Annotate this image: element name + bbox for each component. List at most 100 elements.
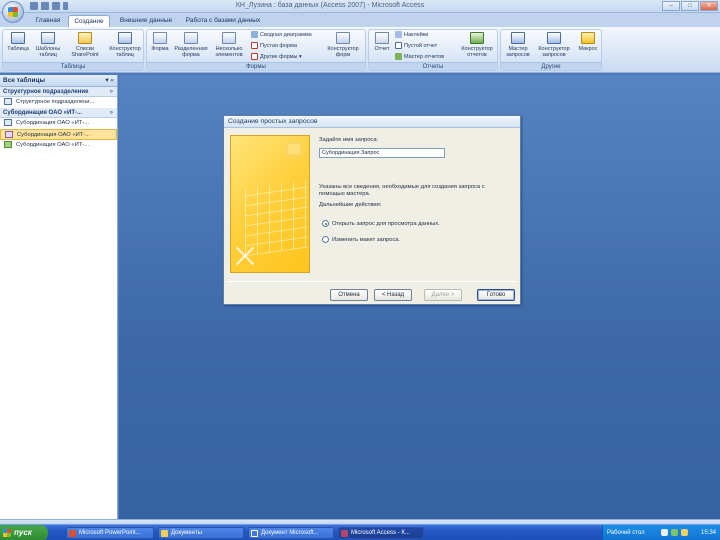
folder-icon [161,530,168,537]
forms-group: Форма Разделенная форма Несколько элемен… [146,29,366,71]
table-button[interactable]: Таблица [5,32,31,52]
close-button[interactable]: ✕ [700,1,718,11]
nav-item-structural-unit[interactable]: Структурное подразделени... [0,97,117,108]
report-designer-icon [470,32,484,44]
back-button[interactable]: < Назад [374,289,412,301]
nav-item-subordination-form[interactable]: Субординация ОАО «ИТ-... [0,140,117,151]
wizard-hint: Указаны все сведения, необходимые для со… [319,184,485,197]
query-name-label: Задайте имя запроса: [319,137,379,143]
tables-group-label: Таблицы [3,62,143,70]
minimize-button[interactable]: – [662,1,680,11]
tab-create[interactable]: Создание [68,15,110,27]
nav-item-subordination-query[interactable]: Субординация ОАО «ИТ-... [0,129,117,140]
open-query-option[interactable]: Открыть запрос для просмотра данных. [322,220,440,229]
volume-icon[interactable] [681,529,688,536]
tab-database-tools[interactable]: Работа с базами данных [181,15,265,27]
network-icon[interactable] [671,529,678,536]
dialog-separator [228,281,516,282]
powerpoint-icon [69,530,76,537]
sparkle-icon [233,244,257,268]
collapse-icon[interactable]: » [110,108,113,118]
table-templates-button[interactable]: Шаблоны таблиц [33,32,63,58]
wizard-illustration [230,135,310,273]
task-powerpoint[interactable]: Microsoft PowerPoint... [66,527,154,539]
next-action-label: Дальнейшие действия: [319,202,382,208]
macro-icon [581,32,595,44]
start-button[interactable]: пуск [0,525,48,540]
collapse-icon[interactable]: » [110,87,113,97]
form-designer-button[interactable]: Конструктор форм [323,32,363,58]
form-icon [153,32,167,44]
report-wizard-icon [395,53,402,61]
report-button[interactable]: Отчет [371,32,393,52]
access-icon [341,530,348,537]
table-icon [11,32,25,44]
chevron-down-icon[interactable]: ▾ « [105,75,114,87]
maximize-button[interactable]: □ [681,1,699,11]
query-designer-icon [547,32,561,44]
task-word-document[interactable]: Документ Microsoft... [248,527,334,539]
report-icon [375,32,389,44]
nav-pane-header[interactable]: Все таблицы ▾ « [0,75,117,87]
split-form-button[interactable]: Разделенная форма [173,32,209,58]
table-icon [4,97,12,105]
task-access[interactable]: Microsoft Access - К... [338,527,424,539]
title-bar: КН_Лузина : база данных (Access 2007) - … [0,0,720,13]
table-templates-icon [41,32,55,44]
simple-query-wizard-dialog: Создание простых запросов Задайте имя за… [223,115,521,305]
multiple-items-icon [222,32,236,44]
tab-external-data[interactable]: Внешние данные [113,15,179,27]
form-button[interactable]: Форма [149,32,171,52]
sharepoint-lists-button[interactable]: Списки SharePoint [67,32,103,58]
tab-home[interactable]: Главная [30,15,66,27]
pivot-chart-button[interactable]: Сводная диаграмма [251,31,312,40]
report-designer-button[interactable]: Конструктор отчетов [457,32,497,58]
nav-group-subordination[interactable]: Субординация ОАО «ИТ-...» [0,108,117,118]
next-button[interactable]: Далее > [424,289,462,301]
ribbon-tabs: Главная Создание Внешние данные Работа с… [0,13,720,27]
macro-button[interactable]: Макрос [575,32,601,52]
cancel-button[interactable]: Отмена [330,289,368,301]
blank-report-icon [395,42,402,50]
task-documents[interactable]: Документы [158,527,244,539]
other-forms-button[interactable]: Другие формы ▾ [251,53,302,62]
reports-group-label: Отчеты [369,62,497,70]
query-wizard-button[interactable]: Мастер запросов [503,32,533,58]
modify-query-option[interactable]: Изменить макет запроса. [322,236,400,245]
table-icon [4,118,12,126]
radio-icon[interactable] [322,236,329,243]
forms-group-label: Формы [147,62,365,70]
blank-form-icon [251,42,258,50]
blank-report-button[interactable]: Пустой отчет [395,42,437,51]
blank-form-button[interactable]: Пустая форма [251,42,297,51]
ribbon: Таблица Шаблоны таблиц Списки SharePoint… [0,27,720,73]
office-button[interactable] [2,1,24,23]
nav-group-structural-unit[interactable]: Структурное подразделение» [0,87,117,97]
dialog-title: Создание простых запросов [224,116,520,128]
table-designer-icon [118,32,132,44]
query-name-input[interactable] [319,148,445,158]
report-wizard-button[interactable]: Мастер отчетов [395,53,444,62]
tables-group: Таблица Шаблоны таблиц Списки SharePoint… [2,29,144,71]
taskbar: пуск Microsoft PowerPoint... Документы Д… [0,524,720,540]
finish-button[interactable]: Готово [477,289,515,301]
language-icon[interactable] [661,529,668,536]
other-forms-icon [251,53,258,61]
query-designer-button[interactable]: Конструктор запросов [535,32,573,58]
labels-button[interactable]: Наклейки [395,31,428,40]
multiple-items-button[interactable]: Несколько элементов [211,32,247,58]
query-wizard-icon [511,32,525,44]
window-controls: – □ ✕ [662,1,718,11]
table-designer-button[interactable]: Конструктор таблиц [107,32,143,58]
sharepoint-icon [78,32,92,44]
nav-item-subordination-table[interactable]: Субординация ОАО «ИТ-... [0,118,117,129]
clock: 15:34 [700,530,716,536]
word-icon [251,530,258,537]
other-group: Мастер запросов Конструктор запросов Мак… [500,29,602,71]
labels-icon [395,31,402,39]
desktop-label[interactable]: Рабочий стол [607,525,645,540]
form-designer-icon [336,32,350,44]
windows-logo-icon [3,529,11,537]
radio-selected-icon[interactable] [322,220,329,227]
other-group-label: Другие [501,62,601,70]
